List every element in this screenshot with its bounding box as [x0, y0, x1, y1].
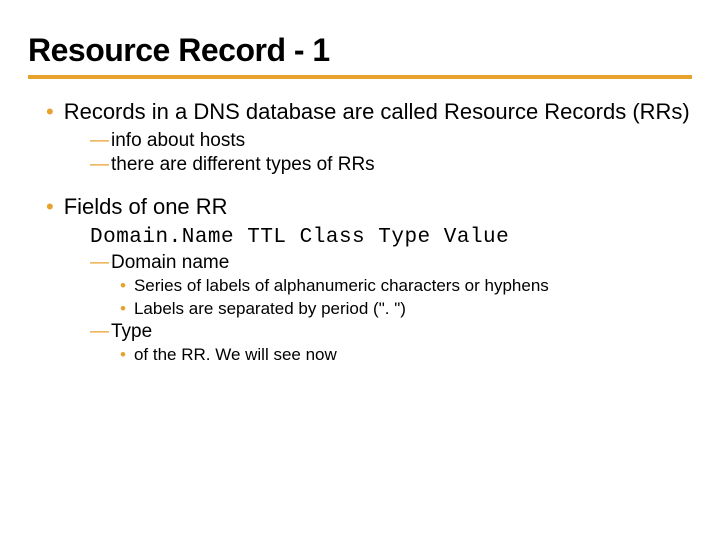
slide-content: • Records in a DNS database are called R… [28, 97, 692, 366]
code-line: Domain.Name TTL Class Type Value [90, 226, 692, 249]
dash-icon: — [90, 321, 109, 342]
bullet-dot-icon: • [46, 192, 54, 222]
bullet-level2: —info about hosts [90, 129, 692, 154]
bullet-dot-icon: • [46, 97, 54, 127]
bullet-text: Labels are separated by period (". ") [134, 298, 406, 320]
bullet-text: Domain name [111, 252, 229, 273]
bullet-text: Records in a DNS database are called Res… [64, 97, 690, 127]
bullet-level2: —there are different types of RRs [90, 153, 692, 178]
bullet-text: there are different types of RRs [111, 154, 375, 175]
bullet-text: info about hosts [111, 130, 245, 151]
bullet-text: Fields of one RR [64, 192, 228, 222]
bullet-level2: —Domain name [90, 251, 692, 276]
bullet-dot-icon: • [120, 275, 126, 297]
slide-title: Resource Record - 1 [28, 32, 692, 79]
bullet-text: of the RR. We will see now [134, 344, 337, 366]
bullet-level3: • of the RR. We will see now [120, 344, 692, 366]
bullet-level1: • Fields of one RR [32, 192, 692, 222]
bullet-text: Type [111, 321, 152, 342]
bullet-level1: • Records in a DNS database are called R… [32, 97, 692, 127]
bullet-level3: • Series of labels of alphanumeric chara… [120, 275, 692, 297]
dash-icon: — [90, 130, 109, 151]
dash-icon: — [90, 154, 109, 175]
dash-icon: — [90, 252, 109, 273]
bullet-level2: —Type [90, 320, 692, 345]
bullet-dot-icon: • [120, 344, 126, 366]
bullet-dot-icon: • [120, 298, 126, 320]
bullet-level3: • Labels are separated by period (". ") [120, 298, 692, 320]
bullet-text: Series of labels of alphanumeric charact… [134, 275, 549, 297]
